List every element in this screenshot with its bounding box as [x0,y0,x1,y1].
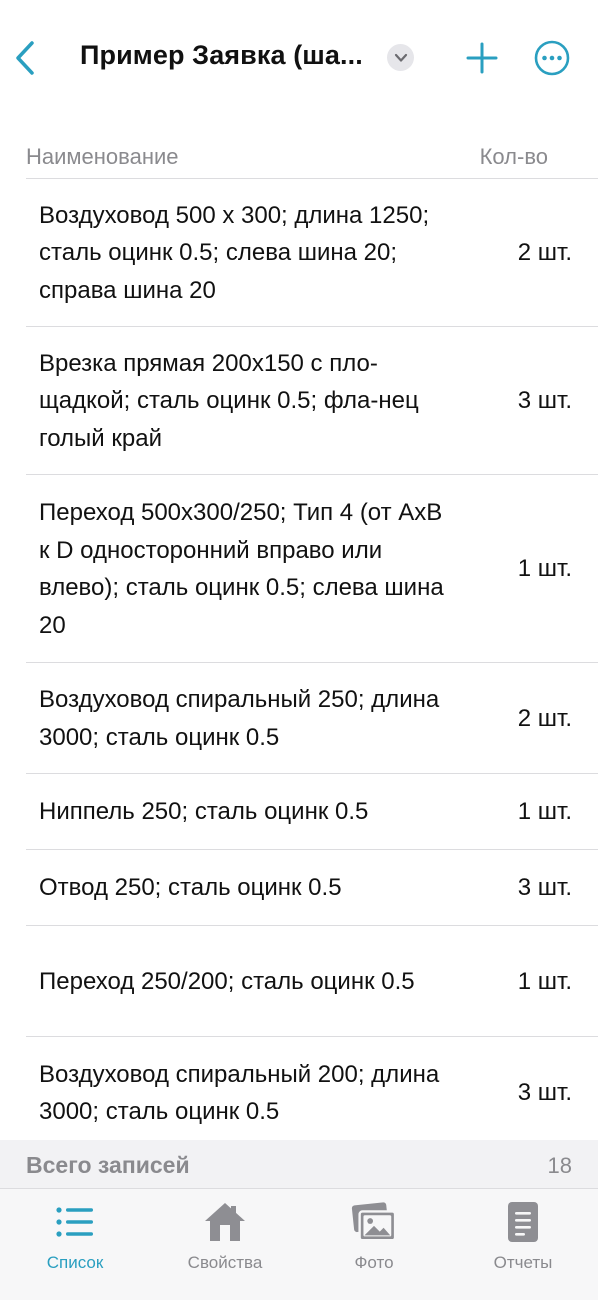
list-item[interactable]: Отвод 250; сталь оцинк 0.5 3 шт. [0,850,598,926]
item-qty: 2 шт. [517,239,572,266]
item-qty: 1 шт. [517,555,572,582]
item-name: Воздуховод 500 x 300; длина 1250; сталь … [39,201,430,304]
item-qty: 1 шт. [517,798,572,825]
column-qty-header[interactable]: Кол-во [480,144,548,170]
tab-reports[interactable]: Отчеты [463,1199,583,1279]
item-name: Переход 500x300/250; Тип 4 (от AxB к D о… [39,499,444,639]
item-qty: 1 шт. [517,967,572,995]
item-name: Отвод 250; сталь оцинк 0.5 [39,874,342,902]
plus-icon [466,42,498,74]
tab-properties-label: Свойства [187,1253,263,1272]
more-button[interactable] [533,39,571,77]
item-qty: 3 шт. [517,387,572,414]
records-summary: Всего записей 18 [0,1140,598,1188]
chevron-left-icon [16,41,34,75]
document-icon [500,1199,546,1245]
item-name: Переход 250/200; сталь оцинк 0.5 [39,967,415,995]
item-name: Воздуховод спиральный 200; длина 3000; с… [39,1060,440,1126]
tab-properties[interactable]: Свойства [165,1199,285,1279]
item-qty: 3 шт. [517,1079,572,1106]
photos-icon [351,1199,397,1245]
list-item[interactable]: Воздуховод спиральный 200; длина 3000; с… [0,1037,598,1139]
list-icon [52,1199,98,1245]
item-name: Врезка прямая 200x150 с пло-щадкой; стал… [39,349,419,452]
list-item[interactable]: Воздуховод спиральный 250; длина 3000; с… [0,663,598,774]
item-qty: 2 шт. [517,704,572,732]
tab-reports-label: Отчеты [493,1253,553,1272]
summary-count: 18 [547,1153,572,1178]
back-button[interactable] [10,36,40,80]
title-dropdown-button[interactable] [387,44,414,71]
tab-bar: Список Свойства Фото Отчеты [0,1188,598,1300]
item-name: Ниппель 250; сталь оцинк 0.5 [39,798,369,826]
house-icon [202,1199,248,1245]
tab-photo[interactable]: Фото [314,1199,434,1279]
column-header: Наименование Кол-во [26,140,572,176]
items-list[interactable]: Воздуховод 500 x 300; длина 1250; сталь … [0,179,598,1139]
chevron-down-icon [394,53,407,62]
tab-photo-label: Фото [354,1253,394,1272]
tab-list-label: Список [46,1253,104,1272]
summary-label: Всего записей [26,1152,190,1178]
item-qty: 3 шт. [517,874,572,901]
nav-header: Пример Заявка (ша... [0,0,598,118]
item-name: Воздуховод спиральный 250; длина 3000; с… [39,686,440,751]
tab-list[interactable]: Список [15,1199,135,1279]
add-button[interactable] [463,38,501,78]
ellipsis-circle-icon [534,40,570,76]
column-name-header[interactable]: Наименование [26,144,179,170]
list-item[interactable]: Переход 500x300/250; Тип 4 (от AxB к D о… [0,475,598,663]
list-item[interactable]: Врезка прямая 200x150 с пло-щадкой; стал… [0,327,598,475]
list-item[interactable]: Воздуховод 500 x 300; длина 1250; сталь … [0,179,598,327]
page-title[interactable]: Пример Заявка (ша... [80,40,380,71]
list-item[interactable]: Ниппель 250; сталь оцинк 0.5 1 шт. [0,774,598,850]
list-item[interactable]: Переход 250/200; сталь оцинк 0.5 1 шт. [0,926,598,1037]
